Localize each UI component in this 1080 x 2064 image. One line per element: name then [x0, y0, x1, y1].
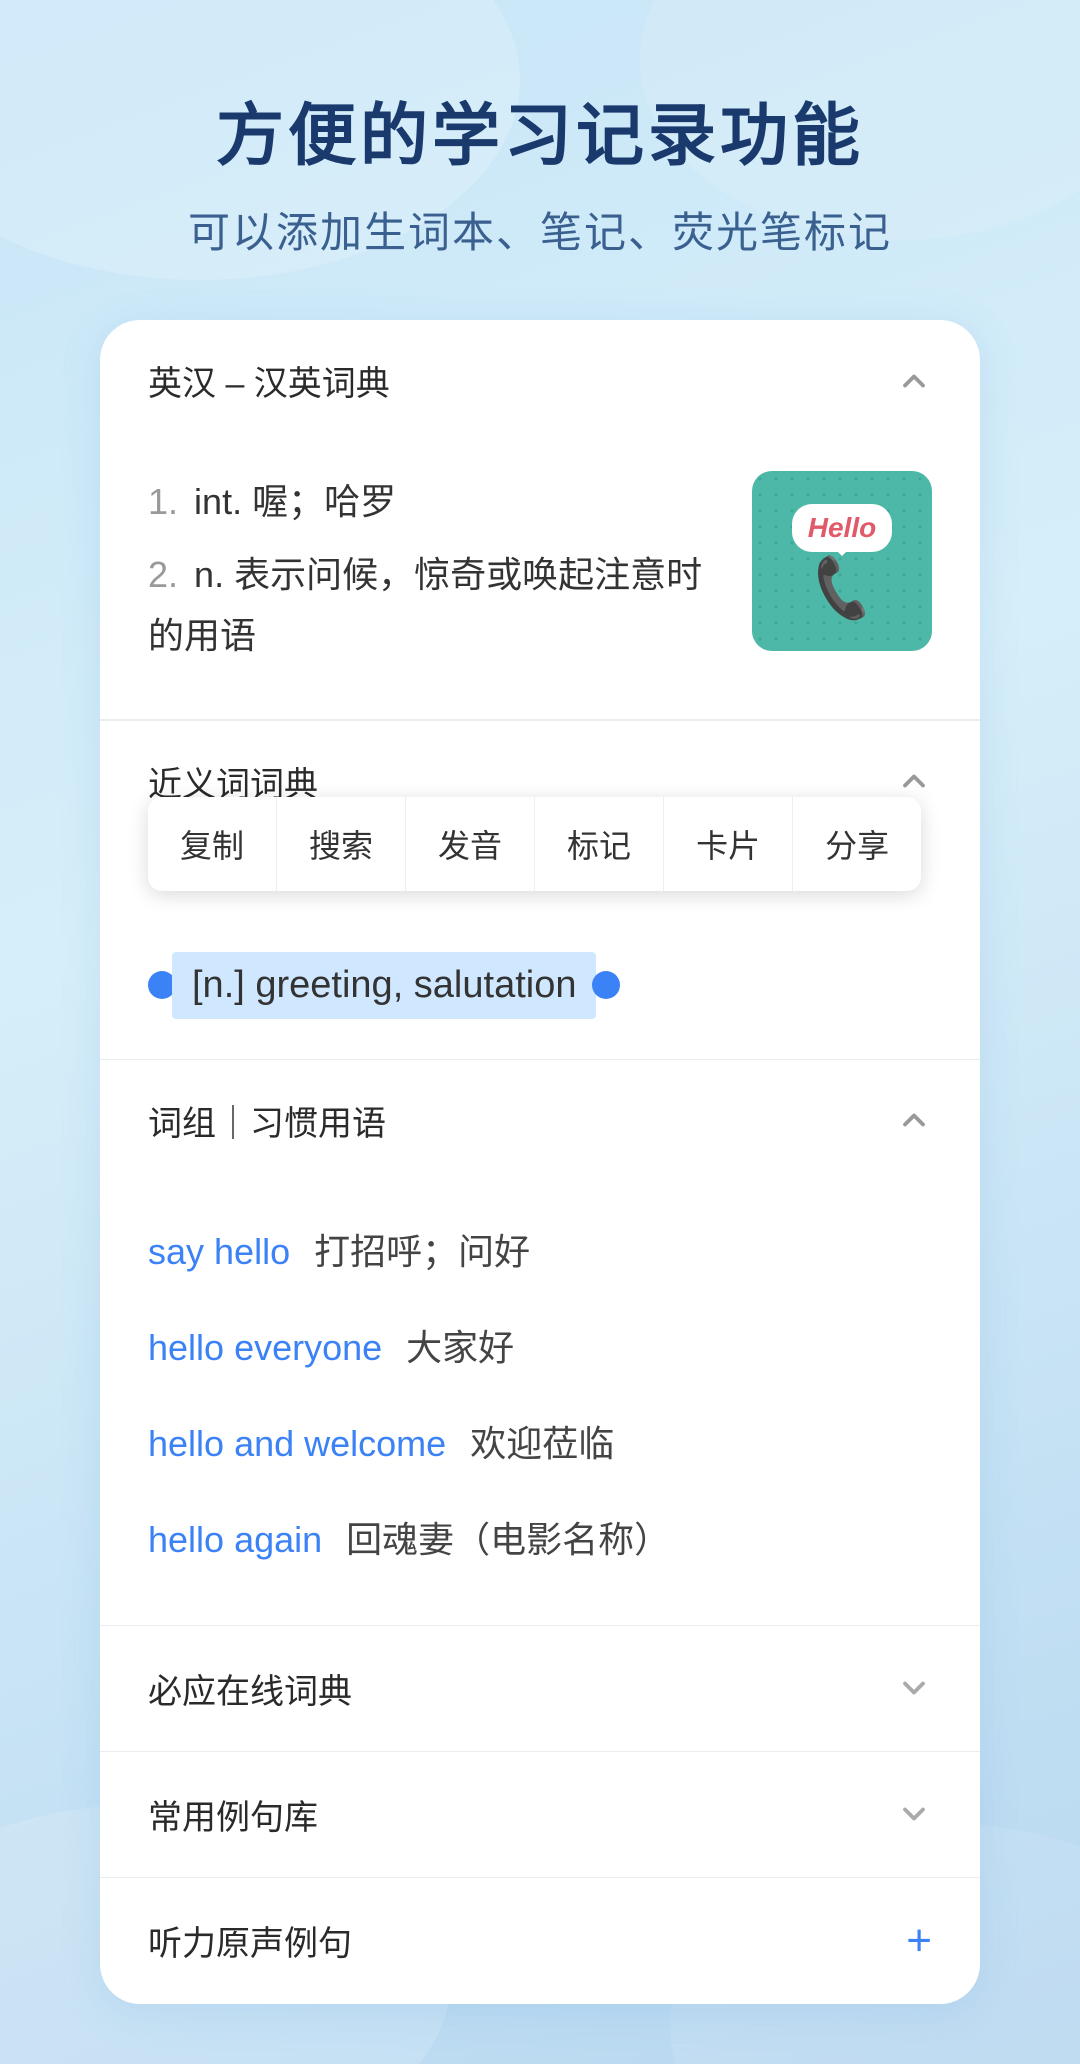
- phrase-en-say-hello: say hello: [148, 1231, 290, 1273]
- phrases-chevron-icon: [896, 1102, 932, 1138]
- phrase-item-hello-everyone[interactable]: hello everyone 大家好: [148, 1297, 932, 1393]
- biyng-section-header[interactable]: 必应在线词典: [100, 1626, 980, 1751]
- selected-text: [n.] greeting, salutation: [172, 952, 596, 1019]
- listening-section-title: 听力原声例句: [148, 1916, 352, 1965]
- phrase-item-say-hello[interactable]: say hello 打招呼；问好: [148, 1201, 932, 1297]
- phrase-en-hello-everyone: hello everyone: [148, 1327, 382, 1369]
- biyng-chevron-icon: [896, 1670, 932, 1706]
- dict-chevron-icon: [896, 363, 932, 399]
- dict-section-header[interactable]: 英汉 – 汉英词典: [100, 320, 980, 441]
- selected-text-row: [n.] greeting, salutation: [148, 952, 932, 1019]
- listening-section-header[interactable]: 听力原声例句 +: [100, 1878, 980, 2004]
- definitions: 1. int. 喔；哈罗 2. n. 表示问候，惊奇或唤起注意时的用语: [148, 471, 752, 679]
- def-item-1: 1. int. 喔；哈罗: [148, 471, 752, 532]
- tel-icon: Hello 📞: [792, 504, 892, 619]
- speech-bubble: Hello: [792, 504, 892, 552]
- phrase-en-hello-welcome: hello and welcome: [148, 1423, 446, 1465]
- main-card: 英汉 – 汉英词典 1. int. 喔；哈罗 2. n. 表示问候，惊奇或唤起注…: [100, 320, 980, 2004]
- phrase-zh-hello-welcome: 欢迎莅临: [470, 1415, 614, 1467]
- example-chevron-icon: [896, 1796, 932, 1832]
- main-title: 方便的学习记录功能: [188, 80, 892, 179]
- selection-handle-right: [592, 971, 620, 999]
- biyng-section-title: 必应在线词典: [148, 1664, 352, 1713]
- page-content: 方便的学习记录功能 可以添加生词本、笔记、荧光笔标记 英汉 – 汉英词典 1. …: [0, 0, 1080, 2064]
- definition-content: 1. int. 喔；哈罗 2. n. 表示问候，惊奇或唤起注意时的用语 Hell…: [100, 441, 980, 719]
- context-menu-mark[interactable]: 标记: [535, 797, 664, 891]
- context-menu-copy[interactable]: 复制: [148, 797, 277, 891]
- hello-image: Hello 📞: [752, 471, 932, 651]
- dict-section: 英汉 – 汉英词典 1. int. 喔；哈罗 2. n. 表示问候，惊奇或唤起注…: [100, 320, 980, 720]
- context-menu-search[interactable]: 搜索: [277, 797, 406, 891]
- context-menu-card[interactable]: 卡片: [664, 797, 793, 891]
- header-section: 方便的学习记录功能 可以添加生词本、笔记、荧光笔标记: [128, 80, 952, 260]
- phrase-zh-hello-again: 回魂妻（电影名称）: [346, 1511, 670, 1563]
- phrase-item-hello-again[interactable]: hello again 回魂妻（电影名称）: [148, 1489, 932, 1585]
- example-section-header[interactable]: 常用例句库: [100, 1752, 980, 1877]
- example-section-title: 常用例句库: [148, 1790, 318, 1839]
- phrases-section: 词组｜习惯用语 say hello 打招呼；问好 hello everyone …: [100, 1059, 980, 1625]
- sub-title: 可以添加生词本、笔记、荧光笔标记: [188, 199, 892, 260]
- phrase-item-hello-welcome[interactable]: hello and welcome 欢迎莅临: [148, 1393, 932, 1489]
- plus-icon: +: [906, 1916, 932, 1966]
- context-menu-share[interactable]: 分享: [793, 797, 921, 891]
- listening-section: 听力原声例句 +: [100, 1877, 980, 2004]
- phrases-content: say hello 打招呼；问好 hello everyone 大家好 hell…: [100, 1181, 980, 1625]
- phrases-section-title: 词组｜习惯用语: [148, 1096, 386, 1145]
- synonym-chevron-icon: [896, 763, 932, 799]
- phrase-zh-say-hello: 打招呼；问好: [314, 1223, 530, 1275]
- dict-section-title: 英汉 – 汉英词典: [148, 356, 390, 405]
- phrase-zh-hello-everyone: 大家好: [406, 1319, 514, 1371]
- phrase-en-hello-again: hello again: [148, 1519, 322, 1561]
- hand-phone: 📞: [803, 550, 881, 626]
- phrases-section-header[interactable]: 词组｜习惯用语: [100, 1060, 980, 1181]
- context-menu-pronounce[interactable]: 发音: [406, 797, 535, 891]
- def-item-2: 2. n. 表示问候，惊奇或唤起注意时的用语: [148, 544, 752, 666]
- synonym-section: 近义词词典 复制 搜索 发音 标记 卡片 分享 [n.] greeting, s…: [100, 720, 980, 1059]
- biyng-section: 必应在线词典: [100, 1625, 980, 1751]
- context-menu: 复制 搜索 发音 标记 卡片 分享: [148, 797, 921, 891]
- example-section: 常用例句库: [100, 1751, 980, 1877]
